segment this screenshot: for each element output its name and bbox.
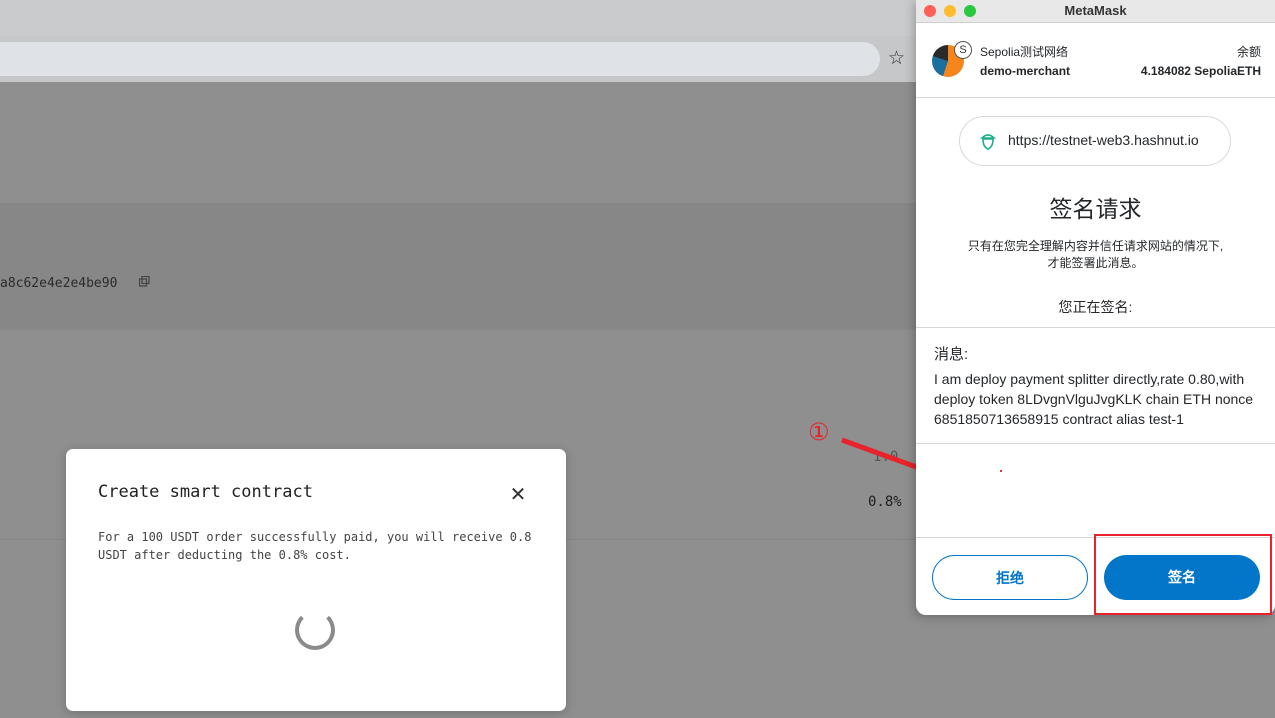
- metamask-window: MetaMask S Sepolia测试网络 demo-merchant 余额 …: [916, 0, 1275, 615]
- window-title: MetaMask: [1064, 3, 1127, 18]
- sign-warning: 只有在您完全理解内容并信任请求网站的情况下, 才能签署此消息。: [946, 238, 1245, 272]
- account-header: S Sepolia测试网络 demo-merchant 余额 4.184082 …: [916, 23, 1275, 98]
- account-name: demo-merchant: [980, 64, 1071, 78]
- signing-label: 您正在签名:: [1058, 299, 1133, 315]
- message-body: I am deploy payment splitter directly,ra…: [934, 371, 1254, 427]
- message-label: 消息:: [934, 346, 969, 363]
- balance-label: 余额: [1236, 45, 1261, 59]
- step-marker: ①: [808, 419, 830, 446]
- balance-value: 4.184082 SepoliaETH: [1140, 64, 1261, 78]
- warning-line-2: 才能签署此消息。: [1047, 256, 1144, 270]
- window-titlebar: MetaMask: [916, 0, 1275, 23]
- reject-button[interactable]: 拒绝: [932, 555, 1088, 600]
- warning-line-1: 只有在您完全理解内容并信任请求网站的情况下,: [967, 239, 1224, 253]
- acorn-icon: [980, 134, 996, 150]
- page-title: 签名请求: [1049, 196, 1142, 222]
- network-name: Sepolia测试网络: [980, 45, 1069, 59]
- sign-button-highlight: [1094, 534, 1272, 615]
- annotation-dot: [1000, 470, 1002, 472]
- origin-url: https://testnet-web3.hashnut.io: [1008, 132, 1199, 148]
- network-badge: S: [954, 41, 972, 59]
- message-box: 消息: I am deploy payment splitter directl…: [916, 327, 1275, 444]
- origin-pill: https://testnet-web3.hashnut.io: [959, 116, 1231, 166]
